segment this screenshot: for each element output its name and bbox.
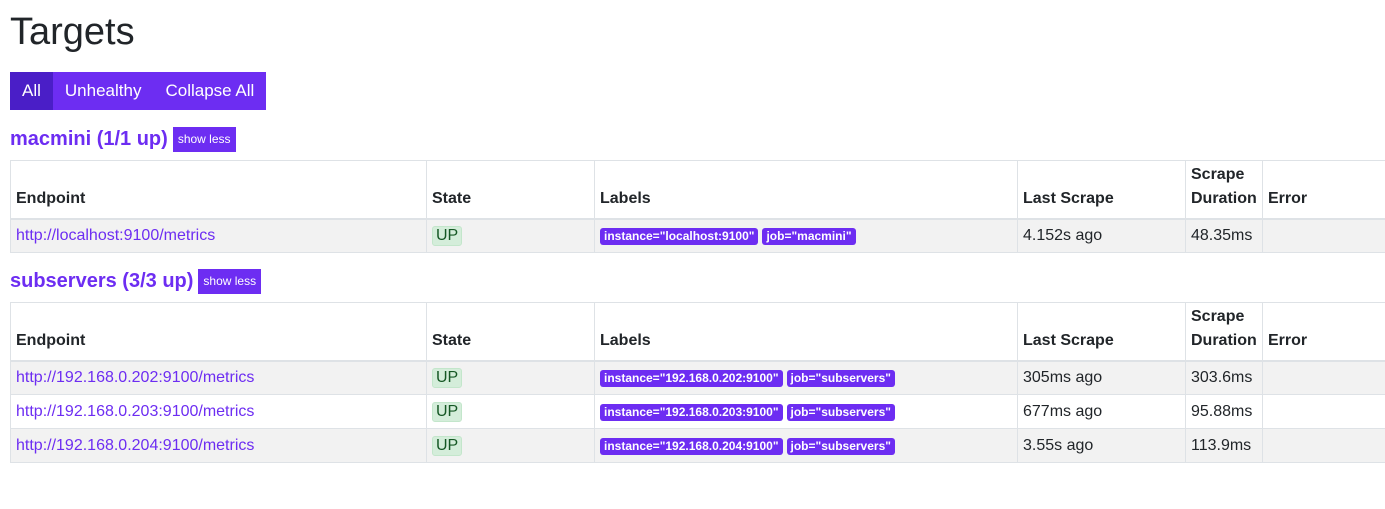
last-scrape-cell: 305ms ago: [1017, 360, 1186, 395]
targets-table: Endpoint State Labels Last Scrape Scrape…: [10, 160, 1385, 253]
job-header: subservers (3/3 up) show less: [10, 268, 1385, 294]
error-cell: [1262, 360, 1385, 395]
show-less-button[interactable]: show less: [172, 126, 236, 152]
state-cell: UP: [426, 218, 595, 253]
table-row: http://192.168.0.202:9100/metrics UP ins…: [10, 360, 1385, 395]
label-badge: job="subservers": [786, 403, 895, 421]
column-header-labels: Labels: [594, 160, 1018, 220]
job-section: macmini (1/1 up) show less Endpoint State…: [10, 126, 1385, 253]
targets-table: Endpoint State Labels Last Scrape Scrape…: [10, 302, 1385, 463]
table-row: http://192.168.0.203:9100/metrics UP ins…: [10, 394, 1385, 429]
table-header-row: Endpoint State Labels Last Scrape Scrape…: [10, 302, 1385, 362]
job-section: subservers (3/3 up) show less Endpoint St…: [10, 268, 1385, 463]
error-cell: [1262, 394, 1385, 429]
last-scrape-cell: 3.55s ago: [1017, 428, 1186, 463]
state-badge: UP: [432, 435, 463, 456]
column-header-endpoint: Endpoint: [10, 160, 427, 220]
column-header-error: Error: [1262, 302, 1385, 362]
filter-unhealthy-button[interactable]: Unhealthy: [52, 72, 154, 110]
column-header-endpoint: Endpoint: [10, 302, 427, 362]
column-header-scrape-duration: Scrape Duration: [1185, 160, 1263, 220]
endpoint-link[interactable]: http://localhost:9100/metrics: [16, 227, 215, 244]
page-title: Targets: [10, 11, 135, 53]
scrape-duration-cell: 303.6ms: [1185, 360, 1263, 395]
job-title-link[interactable]: subservers (3/3 up): [10, 270, 193, 293]
scrape-duration-cell: 48.35ms: [1185, 218, 1263, 253]
collapse-all-button[interactable]: Collapse All: [153, 72, 267, 110]
endpoint-link[interactable]: http://192.168.0.203:9100/metrics: [16, 403, 254, 420]
label-badge: instance="localhost:9100": [600, 227, 759, 245]
job-list: macmini (1/1 up) show less Endpoint State…: [10, 126, 1385, 463]
table-row: http://192.168.0.204:9100/metrics UP ins…: [10, 428, 1385, 463]
column-header-last-scrape: Last Scrape: [1017, 160, 1186, 220]
endpoint-cell: http://192.168.0.203:9100/metrics: [10, 394, 427, 429]
error-cell: [1262, 428, 1385, 463]
state-badge: UP: [432, 225, 463, 246]
endpoint-cell: http://localhost:9100/metrics: [10, 218, 427, 253]
endpoint-cell: http://192.168.0.204:9100/metrics: [10, 428, 427, 463]
job-header: macmini (1/1 up) show less: [10, 126, 1385, 152]
column-header-state: State: [426, 160, 595, 220]
state-badge: UP: [432, 401, 463, 422]
last-scrape-cell: 677ms ago: [1017, 394, 1186, 429]
labels-cell: instance="192.168.0.204:9100" job="subser…: [594, 428, 1018, 463]
label-badge: instance="192.168.0.204:9100": [600, 437, 783, 455]
labels-cell: instance="localhost:9100" job="macmini": [594, 218, 1018, 253]
state-cell: UP: [426, 428, 595, 463]
job-title-link[interactable]: macmini (1/1 up): [10, 128, 168, 151]
column-header-error: Error: [1262, 160, 1385, 220]
last-scrape-cell: 4.152s ago: [1017, 218, 1186, 253]
state-badge: UP: [432, 367, 463, 388]
filter-all-button[interactable]: All: [10, 72, 53, 110]
scrape-duration-cell: 95.88ms: [1185, 394, 1263, 429]
column-header-last-scrape: Last Scrape: [1017, 302, 1186, 362]
label-badge: instance="192.168.0.202:9100": [600, 369, 783, 387]
label-badge: job="subservers": [786, 369, 895, 387]
scrape-duration-cell: 113.9ms: [1185, 428, 1263, 463]
show-less-button[interactable]: show less: [198, 268, 262, 294]
state-cell: UP: [426, 360, 595, 395]
label-badge: instance="192.168.0.203:9100": [600, 403, 783, 421]
labels-cell: instance="192.168.0.203:9100" job="subser…: [594, 394, 1018, 429]
endpoint-link[interactable]: http://192.168.0.204:9100/metrics: [16, 437, 254, 454]
column-header-state: State: [426, 302, 595, 362]
error-cell: [1262, 218, 1385, 253]
endpoint-link[interactable]: http://192.168.0.202:9100/metrics: [16, 369, 254, 386]
labels-cell: instance="192.168.0.202:9100" job="subser…: [594, 360, 1018, 395]
column-header-scrape-duration: Scrape Duration: [1185, 302, 1263, 362]
state-cell: UP: [426, 394, 595, 429]
label-badge: job="subservers": [786, 437, 895, 455]
endpoint-cell: http://192.168.0.202:9100/metrics: [10, 360, 427, 395]
column-header-labels: Labels: [594, 302, 1018, 362]
table-row: http://localhost:9100/metrics UP instanc…: [10, 218, 1385, 253]
filter-button-group: All Unhealthy Collapse All: [10, 72, 1385, 110]
targets-page: Targets All Unhealthy Collapse All macmi…: [0, 0, 1385, 463]
table-header-row: Endpoint State Labels Last Scrape Scrape…: [10, 160, 1385, 220]
label-badge: job="macmini": [762, 227, 856, 245]
